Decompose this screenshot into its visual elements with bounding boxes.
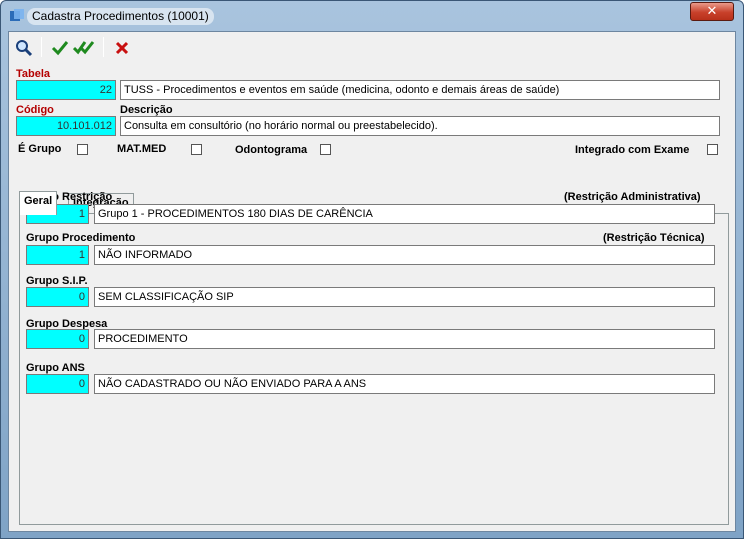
search-icon [16, 40, 33, 57]
e-grupo-label: É Grupo [18, 143, 62, 155]
search-button[interactable] [13, 37, 35, 59]
tabela-label: Tabela [16, 68, 51, 80]
grupo-despesa-name-field[interactable]: PROCEDIMENTO [94, 329, 715, 349]
check-icon [51, 41, 69, 56]
double-check-icon [73, 41, 95, 55]
grupo-sip-code-input[interactable]: 0 [26, 287, 89, 307]
mat-med-label: MAT.MED [117, 143, 167, 155]
tab-geral[interactable]: Geral [19, 191, 58, 215]
close-button[interactable]: ✕ [690, 2, 734, 21]
confirm-button[interactable] [49, 37, 71, 59]
codigo-input[interactable]: 10.101.012 [16, 116, 116, 136]
toolbar [9, 32, 735, 62]
grupo-ans-code-input[interactable]: 0 [26, 374, 89, 394]
app-icon [10, 9, 24, 21]
grupo-ans-name-field[interactable]: NÃO CADASTRADO OU NÃO ENVIADO PARA A ANS [94, 374, 715, 394]
codigo-label: Código [16, 104, 54, 116]
grupo-procedimento-label: Grupo Procedimento [26, 232, 136, 244]
integrado-checkbox[interactable] [707, 144, 718, 155]
integrado-label: Integrado com Exame [575, 144, 690, 156]
app-window: Cadastra Procedimentos (10001) ✕ Tabela … [0, 0, 744, 539]
grupo-restricao-note: (Restrição Administrativa) [564, 191, 701, 203]
cancel-icon [115, 41, 129, 55]
grupo-sip-label: Grupo S.I.P. [26, 275, 88, 287]
e-grupo-checkbox[interactable] [77, 144, 88, 155]
grupo-despesa-code-input[interactable]: 0 [26, 329, 89, 349]
grupo-procedimento-code-input[interactable]: 1 [26, 245, 89, 265]
grupo-procedimento-note: (Restrição Técnica) [603, 232, 705, 244]
grupo-ans-label: Grupo ANS [26, 362, 85, 374]
descricao-label: Descrição [120, 104, 173, 116]
grupo-procedimento-name-field[interactable]: NÃO INFORMADO [94, 245, 715, 265]
window-title: Cadastra Procedimentos (10001) [27, 8, 214, 25]
tabela-code-input[interactable]: 22 [16, 80, 116, 100]
grupo-sip-name-field[interactable]: SEM CLASSIFICAÇÃO SIP [94, 287, 715, 307]
odontograma-checkbox[interactable] [320, 144, 331, 155]
mat-med-checkbox[interactable] [191, 144, 202, 155]
title-bar[interactable]: Cadastra Procedimentos (10001) ✕ [1, 1, 743, 31]
cancel-button[interactable] [111, 37, 133, 59]
toolbar-separator [103, 37, 104, 57]
descricao-input[interactable]: Consulta em consultório (no horário norm… [120, 116, 720, 136]
confirm-all-button[interactable] [73, 37, 95, 59]
odontograma-label: Odontograma [235, 144, 308, 156]
grupo-restricao-name-field[interactable]: Grupo 1 - PROCEDIMENTOS 180 DIAS DE CARÊ… [94, 204, 715, 224]
tabela-description-field[interactable]: TUSS - Procedimentos e eventos em saúde … [120, 80, 720, 100]
client-area: Tabela 22 TUSS - Procedimentos e eventos… [8, 31, 736, 532]
toolbar-separator [41, 37, 42, 57]
